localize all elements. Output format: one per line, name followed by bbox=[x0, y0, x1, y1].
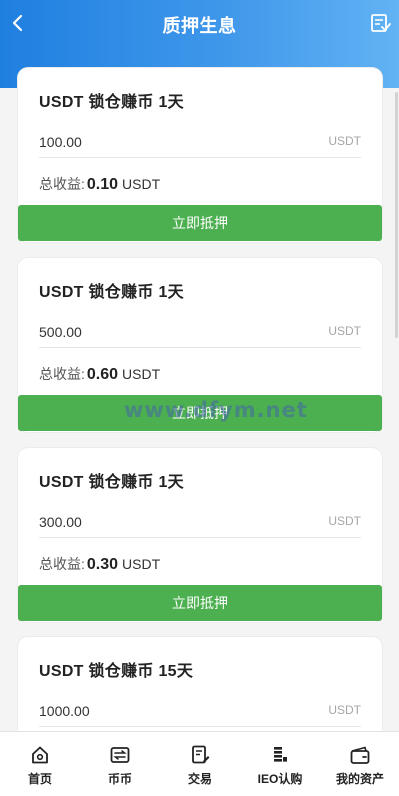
amount-field[interactable]: 1000.00 USDT bbox=[39, 693, 361, 727]
exchange-icon bbox=[110, 747, 130, 763]
tab-coin-exchange[interactable]: 币币 bbox=[80, 732, 160, 796]
card-title: USDT 锁仓赚币 1天 bbox=[39, 284, 184, 301]
tab-label: 币币 bbox=[107, 772, 132, 786]
amount-unit: USDT bbox=[328, 134, 361, 148]
income-unit: USDT bbox=[122, 366, 161, 382]
total-income: 总收益: 0.10 USDT bbox=[39, 174, 160, 194]
scrollbar[interactable] bbox=[395, 92, 398, 338]
home-icon bbox=[32, 746, 48, 764]
income-label: 总收益: bbox=[39, 366, 85, 382]
tab-home[interactable]: 首页 bbox=[0, 732, 80, 796]
card-title: USDT 锁仓赚币 1天 bbox=[39, 474, 184, 491]
income-value: 0.60 bbox=[86, 366, 119, 383]
tab-trade[interactable]: 交易 bbox=[160, 732, 240, 796]
staking-card: USDT 锁仓赚币 1天 300.00 USDT 总收益: 0.30 USDT 立即… bbox=[18, 448, 382, 622]
amount-value: 300.00 bbox=[39, 514, 82, 530]
wallet-icon bbox=[350, 746, 370, 764]
amount-value: 100.00 bbox=[39, 134, 82, 150]
amount-value: 1000.00 bbox=[39, 703, 90, 719]
amount-field[interactable]: 500.00 USDT bbox=[39, 314, 361, 348]
amount-field[interactable]: 100.00 USDT bbox=[39, 124, 361, 158]
staking-card: USDT 锁仓赚币 1天 100.00 USDT 总收益: 0.10 USDT 立即… bbox=[18, 68, 382, 242]
page-scroll-area[interactable]: 质押生息 USDT 锁仓赚币 1天 100.00 USDT 总收益: 0.10 US… bbox=[0, 0, 399, 731]
income-label: 总收益: bbox=[39, 176, 85, 192]
amount-value: 500.00 bbox=[39, 324, 82, 340]
tab-my-assets[interactable]: 我的资产 bbox=[320, 732, 399, 796]
income-unit: USDT bbox=[122, 176, 161, 192]
trade-icon bbox=[192, 745, 210, 764]
tab-label: 首页 bbox=[27, 772, 52, 786]
pledge-now-button[interactable]: 立即抵押 bbox=[18, 205, 382, 241]
records-icon[interactable] bbox=[369, 12, 391, 34]
income-value: 0.10 bbox=[86, 176, 119, 193]
total-income: 总收益: 0.30 USDT bbox=[39, 554, 160, 574]
bottom-tab-bar: 首页 币币 交易 IEO认购 我的资产 bbox=[0, 731, 399, 796]
amount-unit: USDT bbox=[328, 324, 361, 338]
income-value: 0.30 bbox=[86, 556, 119, 573]
watermark-text: www.dfym.net bbox=[124, 398, 308, 422]
ieo-icon bbox=[274, 747, 287, 762]
tab-label: IEO认购 bbox=[257, 772, 303, 786]
income-unit: USDT bbox=[122, 556, 161, 572]
tab-ieo[interactable]: IEO认购 bbox=[240, 732, 320, 796]
amount-unit: USDT bbox=[328, 514, 361, 528]
page-title: 质押生息 bbox=[162, 16, 237, 36]
total-income: 总收益: 0.60 USDT bbox=[39, 364, 160, 384]
staking-card: USDT 锁仓赚币 15天 1000.00 USDT bbox=[18, 637, 382, 731]
tab-label: 交易 bbox=[187, 772, 212, 786]
amount-unit: USDT bbox=[328, 703, 361, 717]
income-label: 总收益: bbox=[39, 556, 85, 572]
pledge-now-button[interactable]: 立即抵押 bbox=[18, 585, 382, 621]
amount-field[interactable]: 300.00 USDT bbox=[39, 504, 361, 538]
card-title: USDT 锁仓赚币 1天 bbox=[39, 94, 184, 111]
card-title: USDT 锁仓赚币 15天 bbox=[39, 663, 194, 680]
tab-label: 我的资产 bbox=[335, 772, 384, 786]
